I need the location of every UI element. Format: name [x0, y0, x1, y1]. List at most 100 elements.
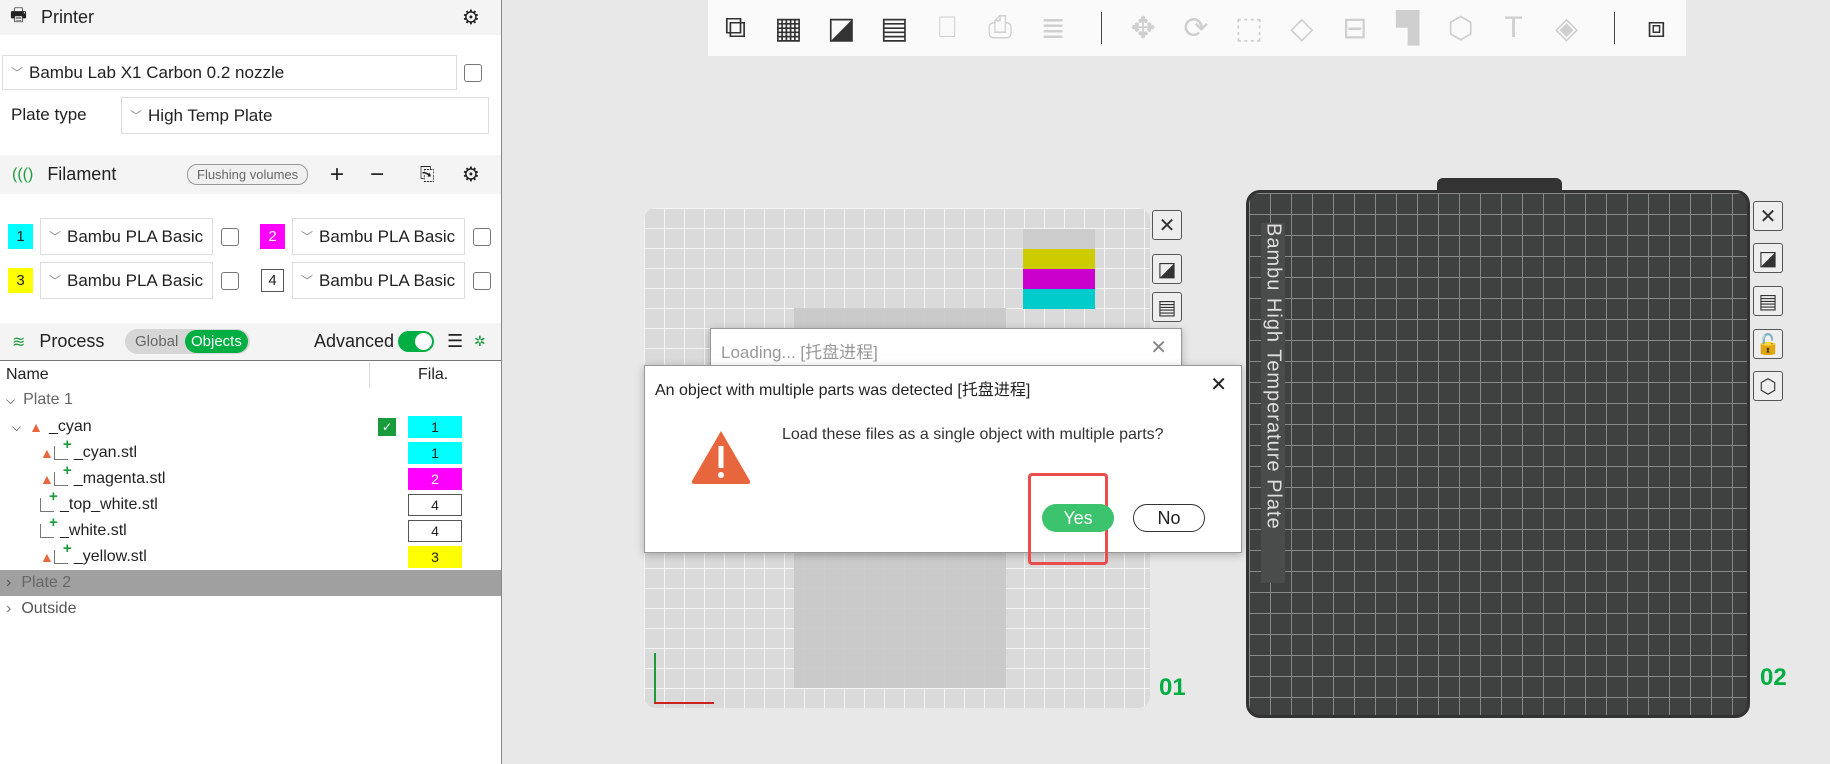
filament-4-name: Bambu PLA Basic: [319, 270, 456, 290]
warning-icon: ▲: [40, 445, 54, 461]
layers-icon[interactable]: ≣: [1030, 6, 1077, 50]
delete-plate-icon[interactable]: ✕: [1753, 201, 1783, 231]
sync-filament-icon[interactable]: ⎘: [420, 164, 434, 185]
advanced-toggle[interactable]: [398, 331, 434, 352]
filament-3-select[interactable]: ﹀ Bambu PLA Basic: [40, 262, 213, 299]
part-icon: [40, 514, 58, 538]
plate-type-select[interactable]: ﹀ High Temp Plate: [121, 97, 489, 134]
filament-4-swatch[interactable]: 4: [261, 269, 284, 292]
edit-filament-4-icon[interactable]: [473, 272, 491, 290]
plate-type-value: High Temp Plate: [148, 105, 273, 125]
chevron-down-icon: ﹀: [301, 230, 314, 244]
process-tree-icon[interactable]: ✲: [474, 333, 486, 350]
flushing-volumes-button[interactable]: Flushing volumes: [187, 164, 309, 185]
support-paint-icon[interactable]: ▜: [1384, 6, 1431, 50]
printer-preset-value: Bambu Lab X1 Carbon 0.2 nozzle: [29, 62, 285, 82]
toolbar-divider: [1613, 12, 1615, 44]
arrange-icon[interactable]: ▤: [871, 6, 918, 50]
printer-header: 🖶 Printer ⚙: [0, 0, 501, 35]
y-axis: [654, 653, 656, 703]
plate-2-brand-text: Bambu High Temperature Plate: [1261, 223, 1285, 583]
filament-1-select[interactable]: ﹀ Bambu PLA Basic: [40, 218, 213, 255]
dialog-message: Load these files as a single object with…: [782, 426, 1164, 443]
printer-preset-select[interactable]: ﹀ Bambu Lab X1 Carbon 0.2 nozzle: [2, 55, 457, 90]
no-button[interactable]: No: [1133, 504, 1205, 532]
tree-plate-1[interactable]: ⌵ Plate 1: [0, 387, 501, 413]
add-object-icon[interactable]: ⧉: [712, 6, 759, 50]
edit-filament-1-icon[interactable]: [221, 228, 239, 246]
tree-object-cyan[interactable]: ⌵ ▲ _cyan ✓ 1: [0, 414, 501, 440]
orient-plate-icon[interactable]: ◪: [1152, 254, 1182, 284]
filament-badge[interactable]: 1: [408, 442, 462, 464]
printer-settings-icon[interactable]: ⚙: [462, 5, 480, 30]
chevron-right-icon: ›: [6, 600, 12, 617]
part-label: _top_white.stl: [60, 496, 158, 513]
add-plate-icon[interactable]: ▦: [765, 6, 812, 50]
filament-icon: (((): [12, 165, 34, 183]
assembly-icon[interactable]: ⧈: [1633, 6, 1680, 50]
object-label: _cyan: [48, 418, 92, 435]
part-label: _magenta.stl: [73, 470, 166, 487]
tree-plate-2[interactable]: › Plate 2: [0, 570, 501, 596]
tree-part[interactable]: _top_white.stl 4: [0, 488, 501, 518]
tree-part[interactable]: ▲ _magenta.stl 2: [0, 462, 501, 492]
filament-badge[interactable]: 4: [408, 494, 462, 516]
rotate-icon[interactable]: ⟳: [1172, 6, 1219, 50]
multi-part-dialog: An object with multiple parts was detect…: [644, 365, 1242, 565]
move-icon[interactable]: ✥: [1120, 6, 1167, 50]
filament-1-swatch[interactable]: 1: [8, 224, 33, 249]
tree-outside[interactable]: › Outside: [0, 596, 501, 622]
filament-badge[interactable]: 2: [408, 468, 462, 490]
process-title: Process: [39, 331, 105, 351]
seam-paint-icon[interactable]: ⬡: [1437, 6, 1484, 50]
filament-settings-icon[interactable]: ⚙: [462, 162, 480, 187]
part-icon: [53, 436, 72, 460]
global-objects-toggle[interactable]: Global Objects: [125, 329, 250, 354]
cut-icon[interactable]: ⊟: [1331, 6, 1378, 50]
place-icon[interactable]: ⎙: [977, 6, 1024, 50]
dialog-title: An object with multiple parts was detect…: [655, 382, 1031, 399]
list-view-icon[interactable]: ☰: [447, 331, 463, 352]
process-header: ≋ Process Global Objects Advanced ☰ ✲: [0, 323, 501, 361]
warning-icon: ▲: [40, 471, 54, 487]
arrange-plate-icon[interactable]: ▤: [1753, 286, 1783, 316]
filament-title: Filament: [47, 164, 117, 184]
warning-icon: ▲: [40, 549, 54, 565]
orient-icon[interactable]: ⎕: [924, 6, 971, 50]
scale-icon[interactable]: ⬚: [1225, 6, 1272, 50]
plate-2-label: 02: [1760, 664, 1787, 691]
close-icon[interactable]: ✕: [1210, 372, 1227, 397]
edit-filament-3-icon[interactable]: [221, 272, 239, 290]
delete-plate-icon[interactable]: ✕: [1152, 210, 1182, 240]
edit-printer-icon[interactable]: [464, 64, 482, 82]
edit-filament-2-icon[interactable]: [473, 228, 491, 246]
filament-header: ((() Filament Flushing volumes + − ⎘ ⚙: [0, 155, 501, 194]
filament-badge[interactable]: 1: [408, 416, 462, 438]
plate-settings-icon[interactable]: ⬡: [1753, 371, 1783, 401]
plate-2-bed[interactable]: Bambu High Temperature Plate: [1246, 190, 1750, 718]
lay-on-face-icon[interactable]: ◇: [1278, 6, 1325, 50]
orient-plate-icon[interactable]: ◪: [1753, 243, 1783, 273]
yes-button[interactable]: Yes: [1042, 504, 1114, 532]
arrange-plate-icon[interactable]: ▤: [1152, 292, 1182, 322]
text-icon[interactable]: T: [1490, 6, 1537, 50]
warning-icon: [691, 431, 751, 484]
filament-badge[interactable]: 3: [408, 546, 462, 568]
lock-icon[interactable]: 🔓: [1753, 329, 1783, 359]
filament-3-swatch[interactable]: 3: [8, 268, 33, 293]
filament-2-select[interactable]: ﹀ Bambu PLA Basic: [292, 218, 465, 255]
color-paint-icon[interactable]: ◈: [1543, 6, 1590, 50]
remove-filament-button[interactable]: −: [370, 161, 384, 189]
close-icon[interactable]: ✕: [1150, 335, 1167, 360]
filament-badge[interactable]: 4: [408, 520, 462, 542]
tree-part[interactable]: ▲ _cyan.stl 1: [0, 436, 501, 466]
tree-part[interactable]: ▲ _yellow.stl 3: [0, 540, 501, 570]
tab-objects[interactable]: Objects: [185, 330, 248, 353]
tree-part[interactable]: _white.stl 4: [0, 514, 501, 544]
object-checkbox[interactable]: ✓: [378, 418, 396, 436]
filament-4-select[interactable]: ﹀ Bambu PLA Basic: [292, 262, 465, 299]
add-filament-button[interactable]: +: [330, 161, 344, 189]
auto-orient-icon[interactable]: ◪: [818, 6, 865, 50]
filament-2-swatch[interactable]: 2: [260, 224, 285, 249]
tab-global[interactable]: Global: [125, 333, 185, 350]
